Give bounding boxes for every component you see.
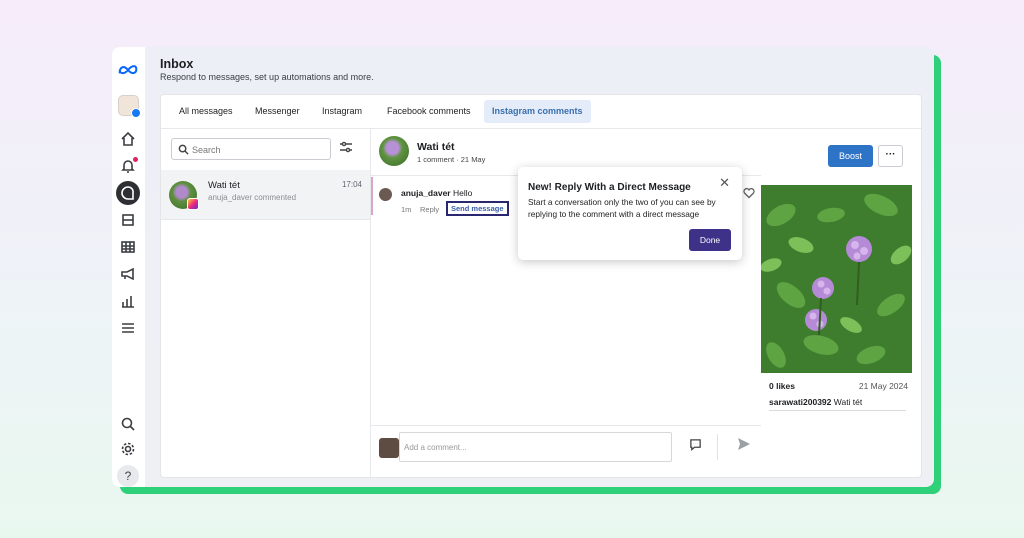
conversation-name: Wati tét — [208, 180, 240, 191]
notifications-icon[interactable] — [117, 155, 139, 177]
instagram-badge-icon — [187, 198, 199, 210]
profile-avatar[interactable] — [118, 95, 141, 118]
conversation-time: 17:04 — [341, 180, 362, 189]
menu-icon[interactable] — [117, 317, 139, 339]
direct-message-popup: New! Reply With a Direct Message ✕ Start… — [518, 167, 742, 260]
inbox-panel: All messages Messenger Instagram Faceboo… — [160, 94, 923, 479]
likes-count: 0 likes — [769, 381, 795, 391]
table-icon[interactable] — [117, 236, 139, 258]
divider — [717, 434, 718, 460]
help-icon[interactable]: ? — [117, 465, 139, 487]
meta-logo-icon[interactable] — [117, 59, 139, 81]
pages-icon[interactable] — [117, 209, 139, 231]
comment-time: 1m — [401, 205, 412, 214]
avatar — [379, 188, 392, 201]
left-rail: ? — [112, 47, 145, 487]
thread-name: Wati tét — [417, 141, 455, 153]
heart-icon[interactable] — [743, 186, 755, 204]
close-icon[interactable]: ✕ — [719, 175, 730, 191]
search-input[interactable]: Search — [171, 138, 331, 160]
tab-instagram-comments[interactable]: Instagram comments — [484, 100, 591, 123]
list-item[interactable]: Wati tét anuja_daver commented 17:04 — [161, 170, 370, 220]
message-icon[interactable] — [689, 438, 702, 456]
search-icon — [178, 144, 189, 155]
avatar — [379, 438, 399, 458]
popup-body: Start a conversation only the two of you… — [528, 197, 716, 219]
tab-messenger[interactable]: Messenger — [247, 100, 308, 123]
post-image — [761, 185, 912, 373]
settings-icon[interactable] — [117, 438, 139, 460]
send-icon[interactable] — [737, 437, 751, 456]
post-caption: sarawati200392 Wati tét — [769, 397, 906, 411]
notification-dot — [133, 157, 138, 162]
insights-icon[interactable] — [117, 290, 139, 312]
filter-icon[interactable] — [339, 140, 355, 156]
search-placeholder: Search — [192, 145, 221, 155]
search-icon[interactable] — [117, 413, 139, 435]
page-title: Inbox — [160, 57, 194, 71]
inbox-icon[interactable] — [116, 181, 140, 205]
comment-input[interactable]: Add a comment... — [399, 432, 672, 462]
comment-body: Hello — [453, 188, 473, 198]
comment-text: anuja_daver Hello — [401, 188, 472, 198]
boost-button[interactable]: Boost — [828, 145, 873, 167]
reply-button[interactable]: Reply — [420, 205, 439, 214]
comment-author: anuja_daver — [401, 188, 451, 198]
megaphone-icon[interactable] — [117, 263, 139, 285]
tab-bar: All messages Messenger Instagram Faceboo… — [161, 95, 921, 129]
post-panel: Boost ··· 0 likes 21 May 2024 sarawati20… — [743, 129, 923, 479]
post-date: 21 May 2024 — [858, 381, 908, 391]
conversation-list: Search Wati tét anuja_daver commented 17… — [161, 129, 371, 479]
send-message-button[interactable]: Send message — [446, 201, 509, 216]
comment-placeholder: Add a comment... — [404, 443, 467, 452]
conversation-preview: anuja_daver commented — [208, 193, 297, 202]
thread-meta: 1 comment · 21 May — [417, 155, 486, 164]
tab-facebook-comments[interactable]: Facebook comments — [379, 100, 479, 123]
caption-text: Wati tét — [833, 397, 863, 407]
caption-author: sarawati200392 — [769, 397, 832, 407]
popup-title: New! Reply With a Direct Message — [528, 182, 691, 193]
page-subtitle: Respond to messages, set up automations … — [160, 72, 374, 82]
facebook-badge-icon — [131, 108, 141, 118]
comment-highlight-bar — [371, 177, 373, 215]
tab-all-messages[interactable]: All messages — [171, 100, 241, 123]
tab-instagram[interactable]: Instagram — [314, 100, 370, 123]
home-icon[interactable] — [117, 128, 139, 150]
app-window: ? Inbox Respond to messages, set up auto… — [112, 47, 934, 487]
avatar — [379, 136, 409, 166]
comment-composer: Add a comment... — [371, 425, 761, 479]
done-button[interactable]: Done — [689, 229, 731, 251]
more-options-button[interactable]: ··· — [878, 145, 903, 167]
